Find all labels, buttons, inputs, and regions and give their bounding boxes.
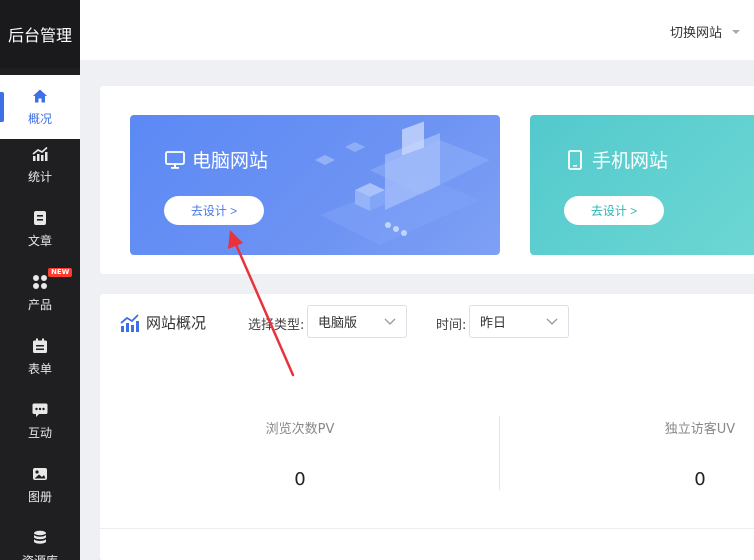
uv-label: 独立访客UV (664, 422, 736, 437)
switch-site-label: 切换网站 (669, 26, 722, 41)
grid-icon (31, 273, 49, 291)
sidebar: 后台管理 概况 统计 文章 NEW 产品 表单 互动 图册 (0, 0, 80, 560)
sidebar-item-label: 互动 (27, 426, 52, 440)
document-icon (31, 209, 49, 227)
overview-title-text: 网站概况 (146, 314, 207, 332)
uv-stat: 独立访客UV 0 (570, 418, 754, 490)
sidebar-item-overview[interactable]: 概况 (0, 75, 80, 139)
time-select[interactable]: 昨日 (469, 305, 569, 338)
trend-chart-icon (120, 313, 140, 333)
mobile-card-title-text: 手机网站 (592, 150, 669, 172)
sidebar-item-resources[interactable]: 资源库 (0, 517, 80, 560)
phone-icon (564, 149, 586, 171)
chevron-down-icon (546, 318, 558, 325)
database-icon (31, 529, 49, 547)
pc-site-card[interactable]: 电脑网站 去设计 > (130, 115, 500, 255)
type-select-value: 电脑版 (318, 316, 358, 331)
isometric-illustration (315, 121, 490, 245)
chat-icon (31, 401, 49, 419)
overview-title: 网站概况 (120, 312, 206, 333)
type-filter-label: 选择类型: (248, 318, 305, 333)
pc-design-button[interactable]: 去设计 > (164, 196, 264, 225)
chevron-down-icon (384, 318, 396, 325)
pc-card-title-text: 电脑网站 (192, 150, 269, 172)
sidebar-item-label: 图册 (27, 490, 52, 504)
sidebar-item-forms[interactable]: 表单 (0, 325, 80, 389)
mobile-site-card[interactable]: 手机网站 去设计 > (530, 115, 754, 255)
new-badge: NEW (48, 268, 73, 277)
sidebar-item-label: 表单 (27, 362, 52, 376)
pv-label: 浏览次数PV (265, 422, 335, 437)
sidebar-item-label: 资源库 (22, 552, 58, 560)
monitor-icon (164, 149, 186, 171)
mobile-design-button[interactable]: 去设计 > (564, 196, 664, 225)
uv-value: 0 (694, 469, 706, 490)
site-overview-panel: 网站概况 选择类型: 电脑版 时间: 昨日 浏览次数PV 0 独立访客UV 0 (100, 294, 754, 560)
app-title: 后台管理 (0, 0, 80, 68)
form-icon (31, 337, 49, 355)
sidebar-item-label: 文章 (27, 234, 52, 248)
home-icon (31, 87, 49, 105)
sidebar-item-products[interactable]: NEW 产品 (0, 261, 80, 325)
top-header: 切换网站 (80, 0, 754, 60)
sidebar-item-label: 概况 (27, 112, 52, 126)
pc-card-title: 电脑网站 (164, 146, 268, 173)
sidebar-item-stats[interactable]: 统计 (0, 133, 80, 197)
trend-chart-icon (31, 145, 49, 163)
sidebar-item-interaction[interactable]: 互动 (0, 389, 80, 453)
stat-divider (499, 416, 500, 490)
sidebar-item-label: 统计 (27, 170, 52, 184)
site-cards-panel: 电脑网站 去设计 > 手机网站 去设计 > (100, 86, 754, 274)
time-select-value: 昨日 (480, 316, 507, 331)
mobile-card-title: 手机网站 (564, 146, 668, 173)
sidebar-item-label: 产品 (27, 298, 52, 312)
switch-site-dropdown[interactable]: 切换网站 (670, 22, 740, 41)
sidebar-item-articles[interactable]: 文章 (0, 197, 80, 261)
pv-value: 0 (294, 469, 306, 490)
time-filter-label: 时间: (436, 318, 467, 333)
sidebar-item-album[interactable]: 图册 (0, 453, 80, 517)
type-select[interactable]: 电脑版 (307, 305, 407, 338)
pv-stat: 浏览次数PV 0 (170, 418, 430, 490)
caret-down-icon (732, 29, 740, 34)
panel-divider (100, 528, 754, 529)
album-icon (31, 465, 49, 483)
